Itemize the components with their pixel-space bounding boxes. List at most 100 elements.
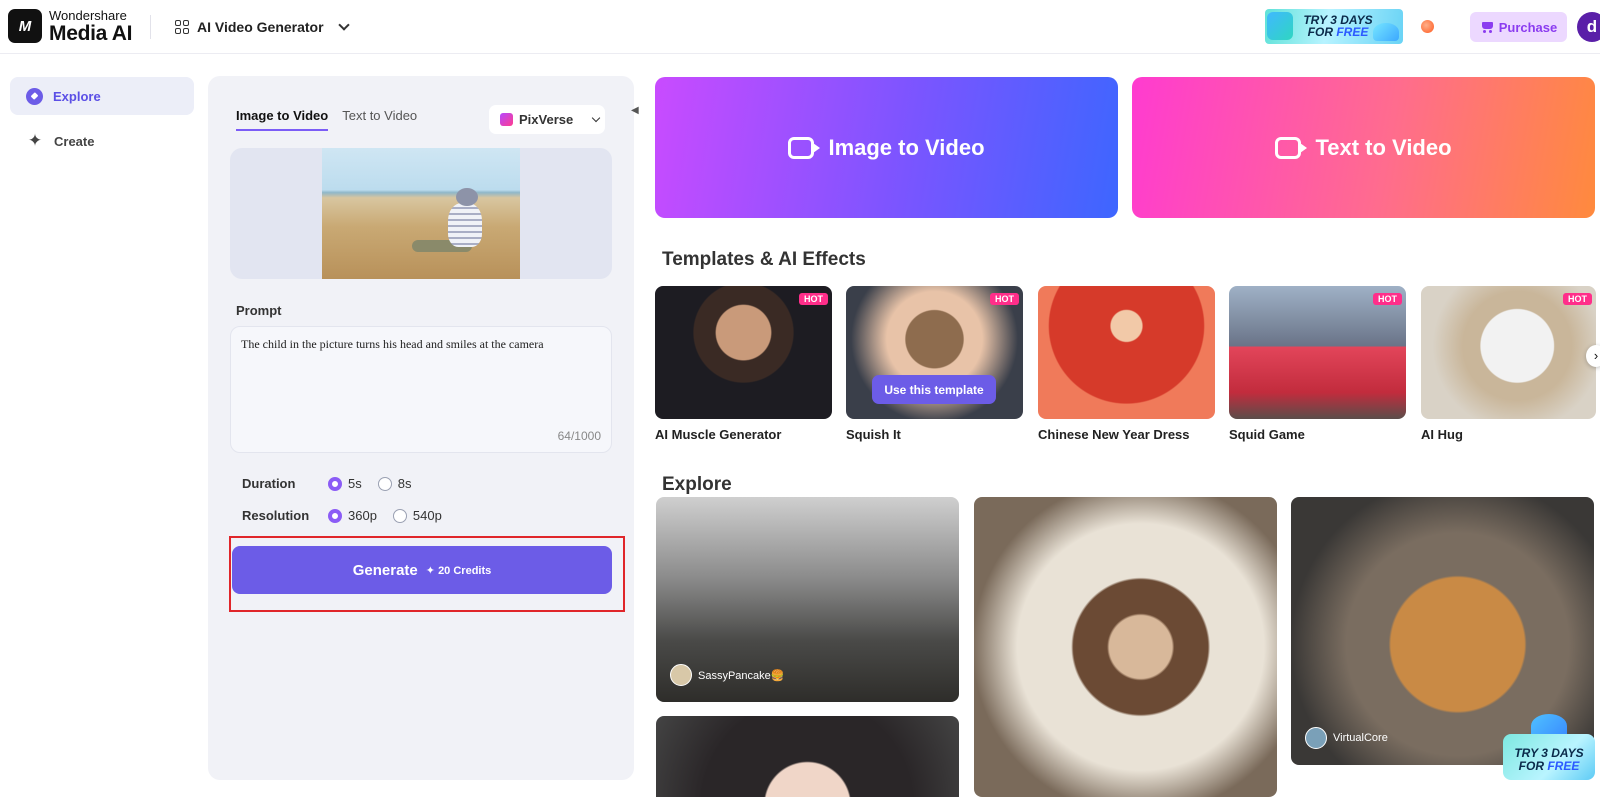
pixverse-icon: [500, 113, 513, 126]
creator-name: SassyPancake🍔: [698, 669, 785, 682]
trial-text: TRY 3 DAYS FOR FREE: [1297, 14, 1379, 38]
nav-item-create[interactable]: ✦ Create: [10, 122, 194, 160]
floating-trial-text: TRY 3 DAYS FOR FREE: [1503, 747, 1595, 773]
free-trial-banner[interactable]: TRY 3 DAYS FOR FREE: [1265, 9, 1403, 44]
resolution-row: Resolution 360p 540p: [242, 508, 458, 523]
trial-free: FREE: [1547, 759, 1580, 773]
template-card-squish-it[interactable]: HOT Use this template: [846, 286, 1023, 419]
creator-tag: VirtualCore: [1305, 727, 1388, 749]
brand-product: Media AI: [49, 22, 133, 45]
duration-option-8s[interactable]: 8s: [377, 476, 412, 491]
nav-item-explore[interactable]: Explore: [10, 77, 194, 115]
radio-selected: [328, 508, 342, 523]
template-name: AI Hug: [1421, 427, 1463, 442]
duration-label: Duration: [242, 476, 296, 491]
gift-icon: [1267, 12, 1293, 40]
generate-button[interactable]: Generate ✦ 20 Credits: [232, 546, 612, 594]
brand[interactable]: Wondershare Media AI: [49, 9, 132, 44]
image-detail: [448, 203, 482, 247]
resolution-label: Resolution: [242, 508, 310, 523]
hero-text-to-video[interactable]: Text to Video: [1132, 77, 1595, 218]
mode-tabs: Image to Video Text to Video: [236, 108, 417, 131]
char-counter: 64/1000: [557, 429, 601, 443]
compass-icon: [26, 87, 43, 105]
tab-image-to-video[interactable]: Image to Video: [236, 108, 329, 131]
duration-option-5s[interactable]: 5s: [328, 476, 362, 491]
header-divider: [150, 15, 151, 39]
resolution-option-360p[interactable]: 360p: [328, 508, 377, 523]
chevron-right-icon[interactable]: ›: [1586, 345, 1600, 367]
template-name: AI Muscle Generator: [655, 427, 782, 442]
explore-card[interactable]: [656, 716, 959, 797]
creator-avatar: [670, 664, 692, 686]
brand-company: Wondershare: [49, 8, 127, 23]
template-name: Squid Game: [1229, 427, 1305, 442]
product-name: AI Video Generator: [197, 19, 324, 35]
template-name: Squish It: [846, 427, 901, 442]
tab-text-to-video[interactable]: Text to Video: [342, 108, 417, 131]
radio-label: 8s: [397, 476, 412, 491]
cart-icon: [1480, 21, 1494, 33]
radio-unselected: [392, 508, 407, 523]
creator-avatar: [1305, 727, 1327, 749]
prompt-box: The child in the picture turns his head …: [230, 326, 612, 453]
nav-item-label: Explore: [53, 88, 101, 104]
logo-glyph: M: [18, 17, 32, 35]
uploaded-image-preview: [322, 148, 520, 279]
sparkle-icon: ✦: [27, 131, 43, 150]
radio-unselected: [377, 476, 392, 491]
image-upload-area[interactable]: [230, 148, 612, 279]
templates-title: Templates & AI Effects: [662, 249, 866, 270]
template-card-squid-game[interactable]: HOT: [1229, 286, 1406, 419]
trial-for: FOR: [1307, 25, 1337, 39]
hot-badge: HOT: [1563, 293, 1592, 305]
resolution-option-540p[interactable]: 540p: [392, 508, 442, 523]
hero-image-to-video[interactable]: Image to Video: [655, 77, 1118, 218]
left-nav: Explore ✦ Create: [0, 55, 204, 797]
nav-item-label: Create: [54, 133, 95, 149]
avatar-letter: d: [1586, 17, 1598, 36]
text-video-icon: [1275, 136, 1308, 159]
creator-name: VirtualCore: [1333, 732, 1388, 744]
duration-row: Duration 5s 8s: [242, 476, 427, 491]
creator-tag: SassyPancake🍔: [670, 664, 784, 686]
hero-label: Image to Video: [828, 134, 985, 160]
shoe-icon: [1373, 23, 1399, 41]
model-name: PixVerse: [519, 112, 574, 127]
prompt-label: Prompt: [236, 303, 282, 318]
apps-grid-icon: [175, 20, 189, 34]
template-card-chinese-new-year[interactable]: [1038, 286, 1215, 419]
model-select[interactable]: PixVerse: [489, 105, 605, 134]
template-card-ai-muscle[interactable]: HOT: [655, 286, 832, 419]
media-ai-logo[interactable]: M: [8, 9, 42, 43]
chevron-down-icon: [337, 19, 350, 31]
radio-label: 540p: [412, 508, 442, 523]
credits-label: 20 Credits: [438, 564, 492, 577]
collapse-panel-icon[interactable]: ◀: [631, 103, 643, 119]
trial-for: FOR: [1518, 759, 1548, 773]
floating-trial-badge[interactable]: TRY 3 DAYS FOR FREE: [1503, 710, 1595, 780]
purchase-button[interactable]: Purchase: [1470, 12, 1567, 42]
image-detail: [456, 188, 478, 206]
trial-line-2: FOR FREE: [1297, 26, 1379, 38]
radio-label: 360p: [348, 508, 377, 523]
use-template-button[interactable]: Use this template: [872, 375, 996, 404]
hot-badge: HOT: [799, 293, 828, 305]
notification-icon[interactable]: [1421, 20, 1434, 33]
explore-card[interactable]: [974, 497, 1277, 797]
template-card-ai-hug[interactable]: HOT: [1421, 286, 1596, 419]
credits-badge: ✦ 20 Credits: [425, 564, 492, 577]
explore-card[interactable]: SassyPancake🍔: [656, 497, 959, 702]
hot-badge: HOT: [990, 293, 1019, 305]
template-name: Chinese New Year Dress: [1038, 427, 1190, 442]
trial-line-2: FOR FREE: [1503, 760, 1595, 773]
user-avatar[interactable]: d: [1577, 12, 1600, 42]
prompt-input[interactable]: The child in the picture turns his head …: [241, 337, 601, 417]
product-switcher[interactable]: AI Video Generator: [175, 15, 350, 39]
explore-title: Explore: [662, 474, 732, 495]
hot-badge: HOT: [1373, 293, 1402, 305]
image-video-icon: [788, 136, 821, 159]
hero-label: Text to Video: [1315, 134, 1452, 160]
chevron-down-icon: [591, 113, 601, 122]
radio-label: 5s: [348, 476, 362, 491]
